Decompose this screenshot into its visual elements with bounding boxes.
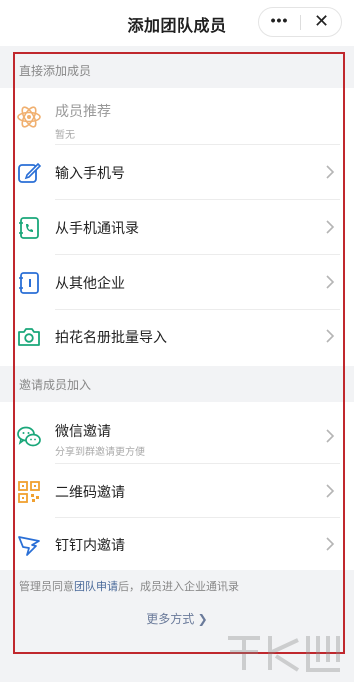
close-button[interactable]: ✕ <box>301 11 342 32</box>
section-label-invite: 邀请成员加入 <box>19 378 92 392</box>
list-item-photo-import[interactable]: 拍花名册批量导入 <box>0 310 354 363</box>
edit-icon <box>18 162 42 183</box>
list-item-member-recommend[interactable]: 成员推荐 暂无 <box>0 90 354 143</box>
footer-note-pre: 管理员同意 <box>19 581 74 593</box>
list-item-label: 微信邀请 <box>55 423 111 439</box>
divider <box>55 199 340 200</box>
footer-note: 管理员同意团队申请后，成员进入企业通讯录 <box>19 578 239 594</box>
list-item-input-phone[interactable]: 输入手机号 <box>0 146 354 199</box>
direct-add-card: 成员推荐 暂无 输入手机号 从手机通讯录 从其他企业 拍花名册批量导入 <box>0 88 354 366</box>
chevron-right-icon <box>326 165 335 179</box>
divider <box>55 144 340 145</box>
list-item-other-company[interactable]: 从其他企业 <box>0 256 354 309</box>
chevron-right-icon <box>326 329 335 343</box>
wechat-icon <box>17 426 41 447</box>
list-item-label: 二维码邀请 <box>55 484 125 500</box>
list-item-phone-contacts[interactable]: 从手机通讯录 <box>0 201 354 254</box>
chevron-right-icon <box>326 429 335 443</box>
qrcode-icon <box>18 481 40 503</box>
list-item-label: 成员推荐 <box>55 103 111 119</box>
list-item-dingtalk-invite[interactable]: 钉钉内邀请 <box>0 518 354 571</box>
company-book-icon <box>19 272 39 294</box>
chevron-right-icon <box>326 275 335 289</box>
more-button[interactable]: ••• <box>259 12 300 28</box>
mini-program-capsule: ••• ✕ <box>258 7 342 37</box>
list-item-label: 输入手机号 <box>55 165 125 181</box>
list-item-label: 从其他企业 <box>55 275 125 291</box>
divider <box>55 463 340 464</box>
list-item-sub: 暂无 <box>55 130 75 141</box>
nav-bar: 添加团队成员 ••• ✕ <box>0 0 354 46</box>
camera-icon <box>18 328 40 346</box>
list-item-label: 拍花名册批量导入 <box>55 329 167 345</box>
list-item-wechat-invite[interactable]: 微信邀请 分享到群邀请更方便 <box>0 410 354 463</box>
watermark-logo <box>228 636 340 672</box>
section-label-direct-add: 直接添加成员 <box>19 64 92 78</box>
chevron-right-icon <box>326 537 335 551</box>
list-item-label: 钉钉内邀请 <box>55 537 125 553</box>
footer-note-post: 后，成员进入企业通讯录 <box>118 581 239 593</box>
chevron-right-icon <box>326 484 335 498</box>
dingtalk-icon <box>18 536 40 556</box>
list-item-sub: 分享到群邀请更方便 <box>55 447 145 458</box>
atom-icon <box>17 106 41 128</box>
team-apply-link[interactable]: 团队申请 <box>74 581 118 593</box>
list-item-qrcode-invite[interactable]: 二维码邀请 <box>0 465 354 518</box>
phone-book-icon <box>19 217 39 239</box>
chevron-right-icon <box>326 220 335 234</box>
invite-card: 微信邀请 分享到群邀请更方便 二维码邀请 钉钉内邀请 <box>0 402 354 570</box>
divider <box>55 254 340 255</box>
list-item-label: 从手机通讯录 <box>55 220 139 236</box>
